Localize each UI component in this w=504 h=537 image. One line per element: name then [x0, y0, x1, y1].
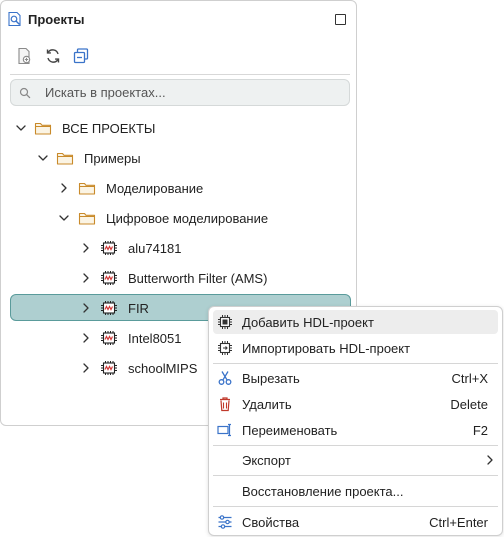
- tree-item-all-projects[interactable]: ВСЕ ПРОЕКТЫ: [1, 116, 358, 140]
- chip-add-icon: [218, 315, 232, 329]
- menu-item-shortcut: Ctrl+X: [451, 371, 488, 386]
- menu-item-import-hdl[interactable]: Импортировать HDL-проект: [213, 336, 498, 360]
- chevron-right-icon[interactable]: [80, 332, 92, 344]
- menu-item-label: Переименовать: [242, 423, 338, 438]
- menu-item-label: Свойства: [242, 515, 300, 530]
- menu-item-restore-project[interactable]: Восстановление проекта...: [213, 479, 498, 503]
- tree-item-digital-modeling[interactable]: Цифровое моделирование: [1, 206, 358, 230]
- chip-icon: [100, 240, 118, 256]
- chevron-right-icon[interactable]: [80, 302, 92, 314]
- projects-search-icon: [8, 11, 21, 27]
- menu-item-properties[interactable]: Свойства Ctrl+Enter: [213, 510, 498, 534]
- tree-item-examples[interactable]: Примеры: [1, 146, 358, 170]
- menu-item-label: Восстановление проекта...: [242, 484, 404, 499]
- menu-divider: [213, 445, 498, 446]
- chevron-down-icon[interactable]: [37, 152, 49, 164]
- tree-item-label: Intel8051: [128, 331, 182, 346]
- chip-icon: [100, 330, 118, 346]
- menu-item-export[interactable]: Экспорт: [213, 448, 498, 472]
- chip-import-icon: [218, 341, 232, 355]
- new-project-icon[interactable]: [15, 47, 33, 65]
- chevron-right-icon[interactable]: [80, 362, 92, 374]
- tree-item-alu74181[interactable]: alu74181: [1, 236, 358, 260]
- search-box[interactable]: [10, 79, 350, 106]
- menu-item-shortcut: Delete: [450, 397, 488, 412]
- chevron-right-icon: [484, 454, 496, 466]
- menu-item-shortcut: F2: [472, 423, 488, 438]
- folder-icon: [56, 150, 74, 166]
- tree-item-butterworth[interactable]: Butterworth Filter (AMS): [1, 266, 358, 290]
- menu-item-label: Вырезать: [242, 371, 300, 386]
- menu-divider: [213, 363, 498, 364]
- search-input[interactable]: [45, 80, 335, 105]
- chip-icon: [100, 360, 118, 376]
- menu-divider: [213, 506, 498, 507]
- tree-item-label: ВСЕ ПРОЕКТЫ: [62, 121, 156, 136]
- menu-item-cut[interactable]: Вырезать Ctrl+X: [213, 366, 498, 390]
- tree-item-label: Butterworth Filter (AMS): [128, 271, 268, 286]
- chevron-right-icon[interactable]: [58, 182, 70, 194]
- panel-header: Проекты: [1, 1, 356, 37]
- tree-item-label: alu74181: [128, 241, 182, 256]
- search-icon: [19, 87, 31, 99]
- refresh-icon[interactable]: [44, 47, 62, 65]
- menu-item-label: Добавить HDL-проект: [242, 315, 374, 330]
- folder-icon: [78, 210, 96, 226]
- menu-divider: [213, 475, 498, 476]
- menu-item-rename[interactable]: Переименовать F2: [213, 418, 498, 442]
- properties-sliders-icon: [218, 515, 232, 529]
- tree-item-label: Примеры: [84, 151, 141, 166]
- menu-item-delete[interactable]: Удалить Delete: [213, 392, 498, 416]
- menu-item-label: Экспорт: [242, 453, 291, 468]
- menu-item-label: Удалить: [242, 397, 292, 412]
- scissors-icon: [218, 371, 232, 385]
- chevron-down-icon[interactable]: [15, 122, 27, 134]
- folder-icon: [34, 120, 52, 136]
- chip-icon: [100, 300, 118, 316]
- panel-title: Проекты: [28, 12, 85, 27]
- maximize-icon[interactable]: [335, 14, 346, 25]
- collapse-all-icon[interactable]: [72, 47, 90, 65]
- tree-item-label: Моделирование: [106, 181, 204, 196]
- chevron-right-icon[interactable]: [80, 242, 92, 254]
- rename-icon: [217, 423, 231, 437]
- menu-item-label: Импортировать HDL-проект: [242, 341, 411, 356]
- folder-icon: [78, 180, 96, 196]
- trash-icon: [220, 397, 230, 412]
- tree-item-label: schoolMIPS: [128, 361, 198, 376]
- chevron-right-icon[interactable]: [80, 272, 92, 284]
- tree-item-label: Цифровое моделирование: [106, 211, 269, 226]
- chip-icon: [100, 270, 118, 286]
- toolbar-divider: [10, 74, 350, 75]
- tree-item-modeling[interactable]: Моделирование: [1, 176, 358, 200]
- tree-item-label: FIR: [128, 301, 149, 316]
- menu-item-add-hdl[interactable]: Добавить HDL-проект: [213, 310, 498, 334]
- context-menu: Добавить HDL-проект Импортировать HDL-пр…: [208, 306, 503, 536]
- chevron-down-icon[interactable]: [58, 212, 70, 224]
- menu-item-shortcut: Ctrl+Enter: [429, 515, 488, 530]
